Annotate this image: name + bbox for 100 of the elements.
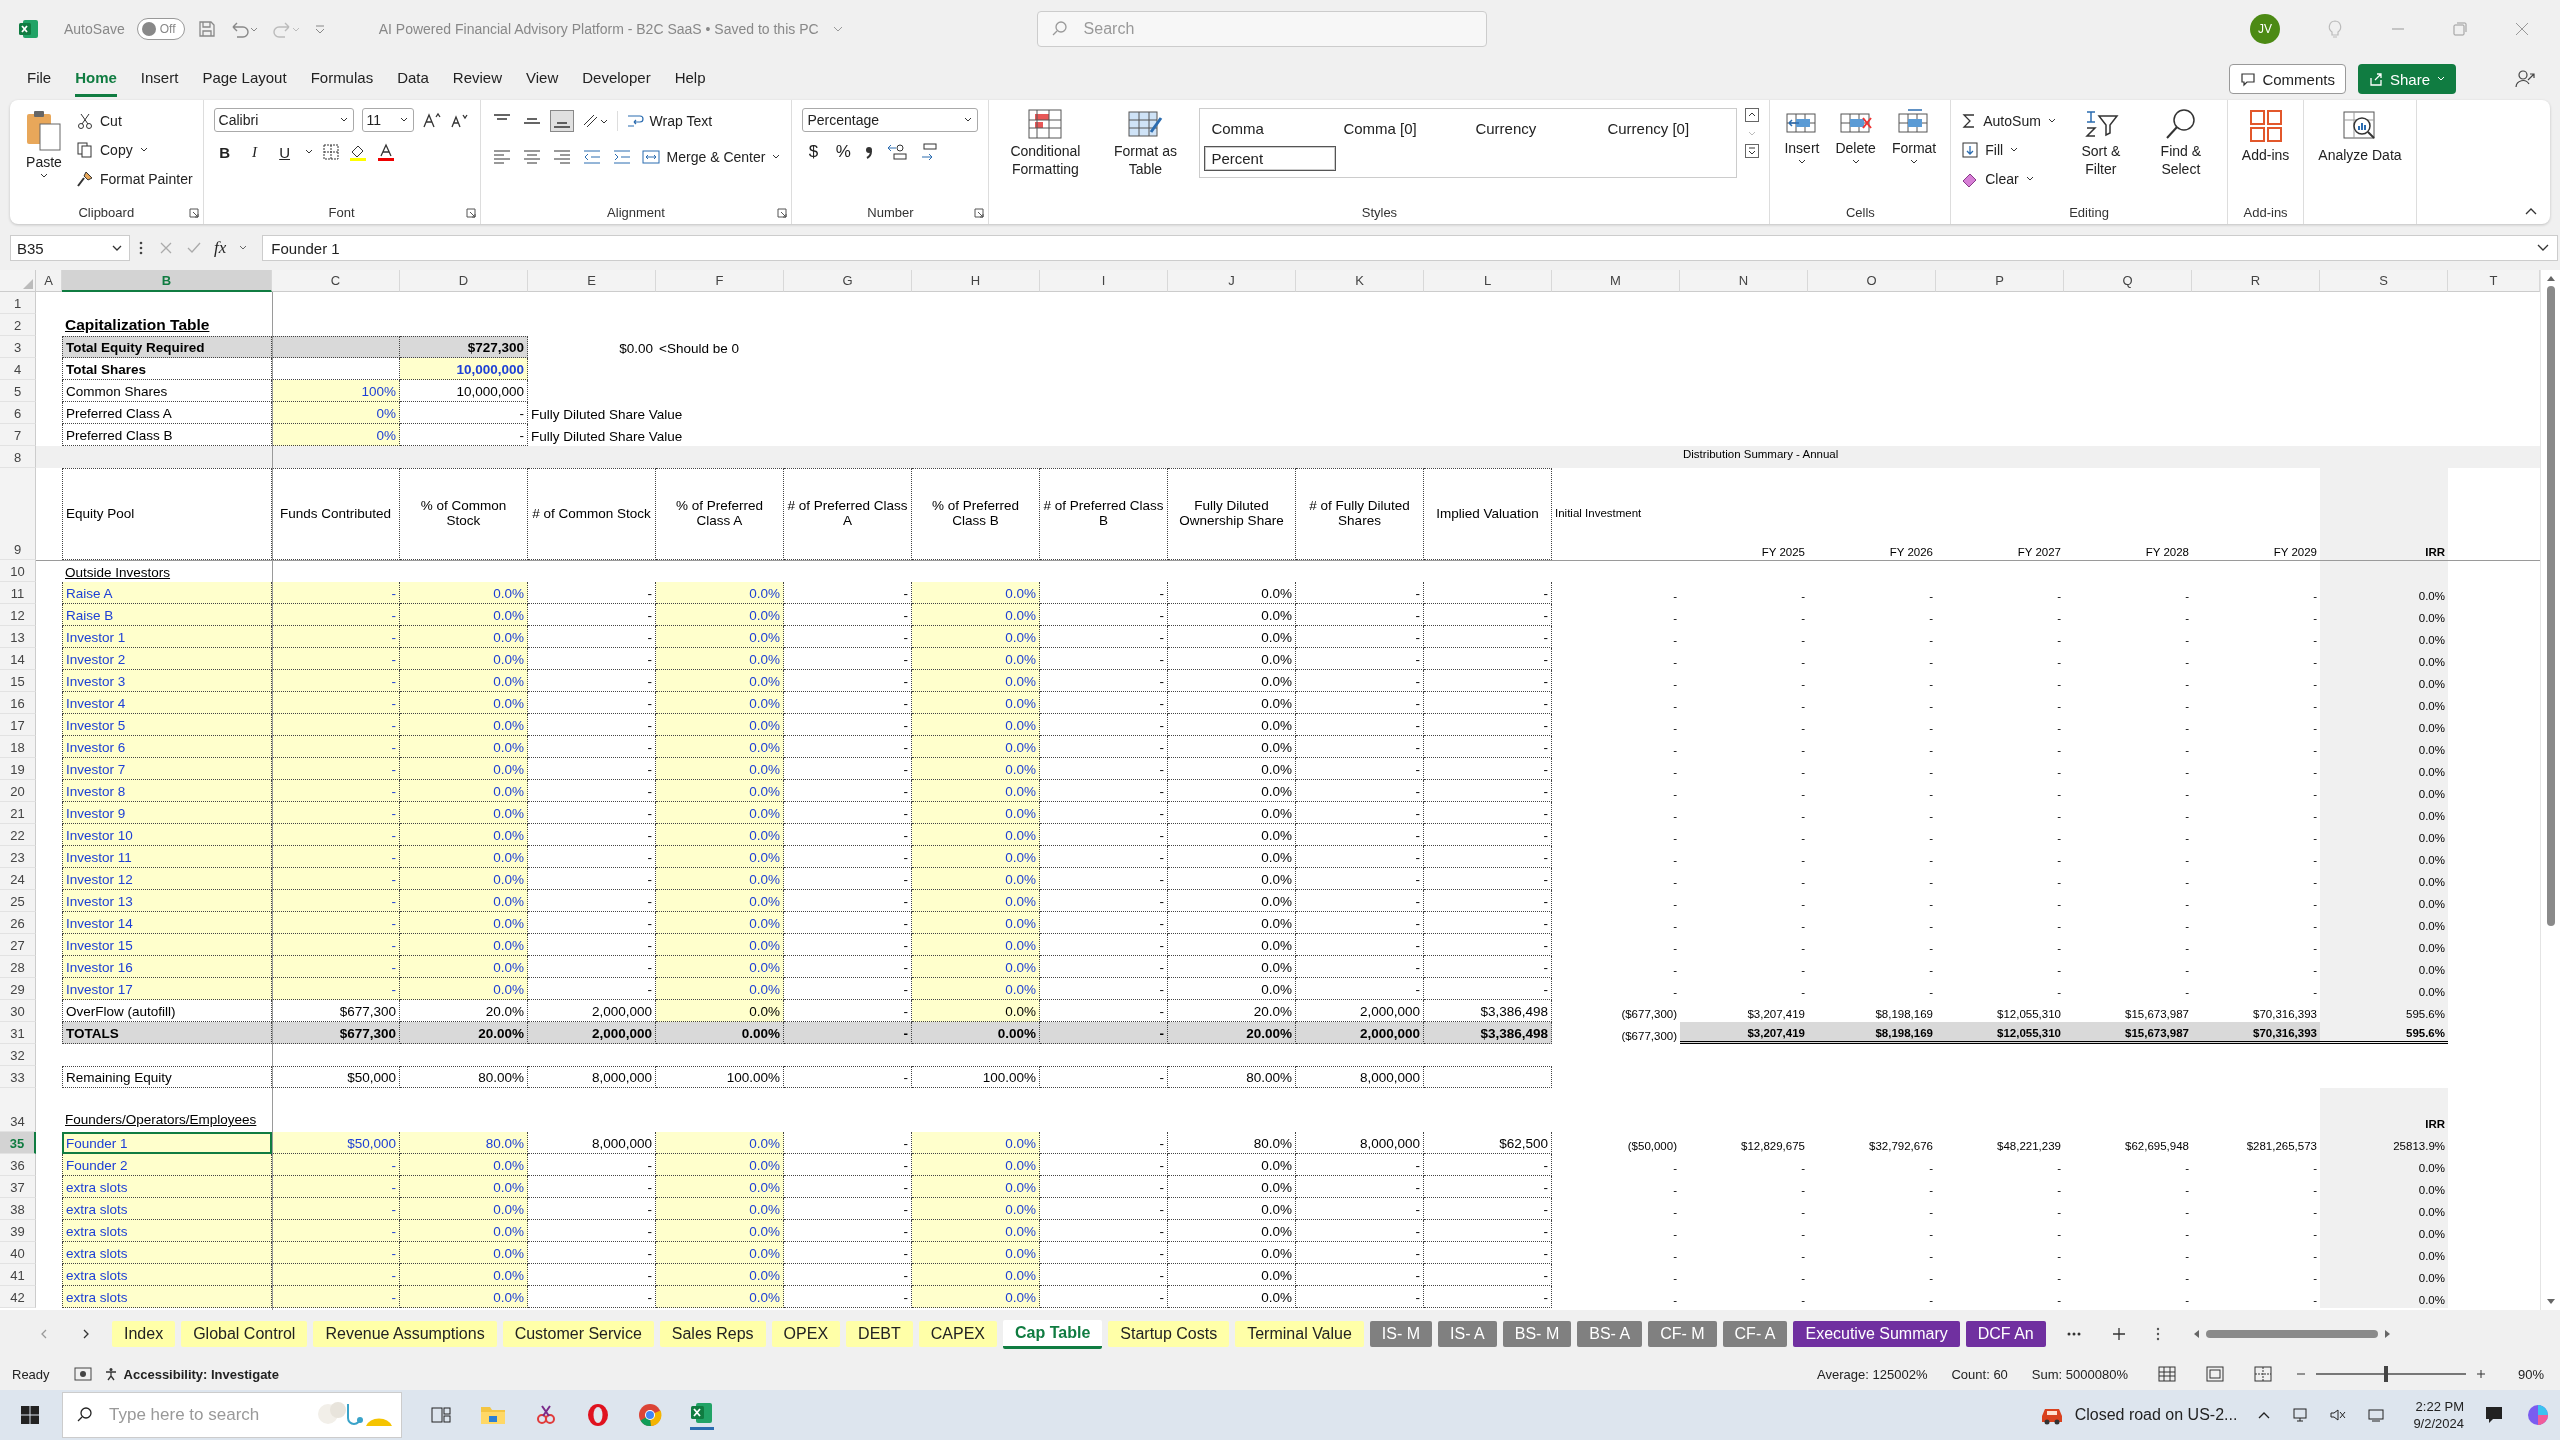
sort-filter-button[interactable]: Sort & Filter <box>2064 106 2137 180</box>
weather-news-text[interactable]: Closed road on US-2... <box>2074 1406 2238 1424</box>
delete-button[interactable]: Delete <box>1831 106 1880 168</box>
menu-tab[interactable]: Data <box>397 61 429 97</box>
clear-button[interactable]: Clear <box>1961 166 2057 192</box>
page-break-icon[interactable] <box>2253 1366 2272 1382</box>
row-header[interactable]: 28 <box>0 956 36 978</box>
paste-button[interactable]: Paste <box>20 106 68 182</box>
add-sheet-icon[interactable] <box>2111 1327 2126 1341</box>
sheet-tab[interactable]: Customer Service <box>502 1321 654 1347</box>
row-header[interactable]: 9 <box>0 468 36 560</box>
column-header[interactable]: D <box>400 270 528 292</box>
scrollbar-thumb[interactable] <box>2546 286 2555 926</box>
sheet-tab[interactable]: CAPEX <box>918 1321 997 1347</box>
row-header[interactable]: 26 <box>0 912 36 934</box>
row-header[interactable]: 16 <box>0 692 36 714</box>
row-header[interactable]: 8 <box>0 446 36 468</box>
ring-app-icon[interactable] <box>586 1403 610 1427</box>
row-header[interactable]: 22 <box>0 824 36 846</box>
row-header[interactable]: 31 <box>0 1022 36 1044</box>
column-header[interactable]: B <box>62 270 272 292</box>
borders-icon[interactable] <box>321 143 340 161</box>
row-header[interactable]: 20 <box>0 780 36 802</box>
row-header[interactable]: 29 <box>0 978 36 1000</box>
row-header[interactable]: 37 <box>0 1176 36 1198</box>
row-header[interactable]: 12 <box>0 604 36 626</box>
sheet-tab[interactable]: Executive Summary <box>1793 1321 1960 1347</box>
sheet-tab[interactable]: Startup Costs <box>1108 1321 1230 1347</box>
vertical-align-icon[interactable] <box>550 111 573 131</box>
column-header[interactable]: O <box>1808 270 1936 292</box>
font-family-dropdown[interactable]: Calibri <box>213 108 354 132</box>
format-as-table-button[interactable]: Format as Table <box>1099 106 1192 180</box>
sheet-tab[interactable]: BS- M <box>1502 1321 1572 1347</box>
zoom-slider-thumb[interactable] <box>2384 1366 2389 1382</box>
scroll-up-icon[interactable] <box>1745 108 1760 122</box>
analyze-data-button[interactable]: Analyze Data <box>2314 106 2406 166</box>
menu-tab[interactable]: Developer <box>582 61 651 97</box>
autosum-button[interactable]: AutoSum <box>1961 108 2057 134</box>
row-header[interactable]: 30 <box>0 1000 36 1022</box>
cut-button[interactable]: Cut <box>76 108 193 134</box>
row-header[interactable]: 15 <box>0 670 36 692</box>
row-header[interactable]: 14 <box>0 648 36 670</box>
display-icon[interactable] <box>2291 1407 2310 1423</box>
row-header[interactable]: 7 <box>0 424 36 446</box>
cell-style-option[interactable]: Currency [0] <box>1600 115 1733 141</box>
row-header[interactable]: 17 <box>0 714 36 736</box>
insert-function-button[interactable]: fx <box>214 238 227 258</box>
search-field[interactable]: Search <box>1036 11 1487 47</box>
macro-record-icon[interactable] <box>73 1367 92 1381</box>
format-toggle[interactable]: U <box>273 143 296 161</box>
sheet-tab[interactable]: Cap Table <box>1003 1319 1103 1349</box>
row-header[interactable]: 34 <box>0 1088 36 1132</box>
column-header[interactable]: L <box>1424 270 1552 292</box>
cell-style-option[interactable]: Comma [0] <box>1336 115 1469 141</box>
snipping-tool-icon[interactable] <box>534 1403 558 1427</box>
row-header[interactable]: 18 <box>0 736 36 758</box>
page-layout-icon[interactable] <box>2205 1366 2224 1382</box>
dialog-launcher-icon[interactable] <box>188 208 199 218</box>
chevron-up-icon[interactable] <box>2257 1410 2272 1420</box>
fill-button[interactable]: Fill <box>1961 137 2057 163</box>
row-header[interactable]: 1 <box>0 292 36 314</box>
sheet-tab[interactable]: Revenue Assumptions <box>313 1321 497 1347</box>
sheet-tab[interactable]: Terminal Value <box>1235 1321 1364 1347</box>
formula-field[interactable]: Founder 1 <box>262 235 2558 261</box>
column-header[interactable]: J <box>1168 270 1296 292</box>
accessibility-status[interactable]: Accessibility: Investigate <box>103 1366 279 1382</box>
zoom-in-icon[interactable] <box>2475 1369 2486 1379</box>
normal-view-icon[interactable] <box>2157 1366 2176 1382</box>
row-header[interactable]: 24 <box>0 868 36 890</box>
more-options-icon[interactable] <box>138 240 144 256</box>
zoom-level[interactable]: 90% <box>2517 1366 2544 1382</box>
column-header[interactable]: G <box>784 270 912 292</box>
number-format-button[interactable]: % <box>832 142 855 162</box>
browser-icon[interactable] <box>638 1403 662 1427</box>
sheet-tab[interactable]: CF- M <box>1648 1321 1717 1347</box>
row-header[interactable]: 32 <box>0 1044 36 1066</box>
cell-style-option[interactable]: Comma <box>1204 115 1337 141</box>
row-header[interactable]: 3 <box>0 336 36 358</box>
share-button[interactable]: Share <box>2357 64 2456 94</box>
scroll-right-icon[interactable] <box>2383 1329 2392 1339</box>
wrap-text-button[interactable]: Wrap Text <box>625 108 713 134</box>
row-header[interactable]: 42 <box>0 1286 36 1308</box>
cell-style-option[interactable]: Percent <box>1204 145 1337 171</box>
cell-style-option[interactable]: Currency <box>1468 115 1601 141</box>
comments-button[interactable]: Comments <box>2229 64 2346 94</box>
sheet-tab[interactable]: IS- M <box>1369 1321 1433 1347</box>
column-header[interactable]: H <box>912 270 1040 292</box>
format-toggle[interactable]: I <box>243 143 266 161</box>
sheet-tab[interactable]: DCF An <box>1965 1321 2046 1347</box>
name-box[interactable]: B35 <box>10 235 130 261</box>
colorful-app-icon[interactable] <box>2526 1403 2550 1427</box>
column-header[interactable]: N <box>1680 270 1808 292</box>
number-format-dropdown[interactable]: Percentage <box>802 108 979 132</box>
expand-gallery-icon[interactable] <box>1745 144 1760 158</box>
speaker-muted-icon[interactable] <box>2329 1407 2348 1423</box>
menu-tab[interactable]: Page Layout <box>202 61 287 97</box>
format-button[interactable]: Format <box>1887 106 1941 168</box>
taskbar-clock[interactable]: 2:22 PM 9/2/2024 <box>2413 1398 2464 1432</box>
format-toggle[interactable]: B <box>213 143 236 161</box>
collapse-ribbon-icon[interactable] <box>2524 206 2538 216</box>
